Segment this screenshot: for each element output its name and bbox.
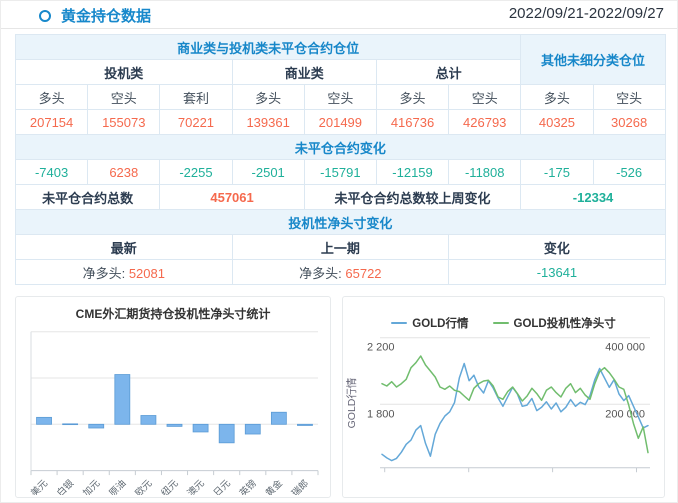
table-cell: 155073 [87, 109, 161, 135]
x-axis-label: 英镑 [237, 477, 259, 495]
table-row: 多头 空头 套利 多头 空头 多头 空头 多头 空头 [14, 84, 666, 110]
table-cell: 空头 [448, 84, 522, 110]
table-row: 207154 155073 70221 139361 201499 416736 42679… [14, 109, 666, 135]
table-row: 未平仓合约总数 457061 未平仓合约总数较上周变化 -12334 [14, 184, 666, 210]
table-cell: 投机类 [15, 59, 233, 85]
table-cell: 40325 [520, 109, 594, 135]
page: 黄金持仓数据 2022/09/21-2022/09/27 商业类与投机类未平仓合… [0, 0, 678, 503]
x-axis-label: 加元 [81, 478, 103, 495]
x-axis-label: 欧元 [133, 477, 155, 495]
table-cell: 多头 [231, 84, 305, 110]
positions-table: 商业类与投机类未平仓合约仓位 其他未细分类仓位 投机类 商业类 总计 多头 空头 套利 多头 空头… [14, 34, 666, 285]
table-cell: -526 [592, 159, 666, 185]
table-cell: 空头 [303, 84, 377, 110]
bar[interactable] [297, 423, 313, 426]
table-cell: 6238 [87, 159, 161, 185]
table-row: 商业类与投机类未平仓合约仓位 其他未细分类仓位 [14, 34, 666, 85]
table-cell: -2255 [159, 159, 233, 185]
x-axis-label: 原油 [107, 477, 129, 495]
table-cell: -11808 [448, 159, 522, 185]
table-cell: 多头 [375, 84, 450, 110]
x-axis-label: 白银 [54, 477, 76, 495]
table-cell: 139361 [231, 109, 305, 135]
cme-net-position-panel: CME外汇期货持仓投机性净头寸统计 美元 白银 加元 原油 欧元 纽元 澳元 日元 英镑 黄金 瑞郎 [15, 296, 331, 498]
table-cell: 上一期 [231, 234, 450, 260]
bar[interactable] [244, 423, 261, 435]
cme-net-position-bar-chart[interactable]: 美元 白银 加元 原油 欧元 纽元 澳元 日元 英镑 黄金 瑞郎 [16, 297, 330, 495]
gold-line-chart-panel: GOLD行情 GOLD投机性净头寸 2 200 1 800 400 000 200 00… [342, 296, 665, 498]
page-title: 黄金持仓数据 [61, 8, 152, 25]
x-axis-label: 澳元 [185, 477, 207, 495]
bar[interactable] [88, 423, 105, 429]
x-axis-label: 纽元 [159, 477, 181, 495]
table-cell: 商业类 [231, 59, 377, 85]
x-axis-label: 日元 [212, 478, 234, 495]
table-row: 净多头: 52081 净多头: 65722 -13641 [15, 259, 666, 285]
table-cell: 空头 [87, 84, 161, 110]
table-header-other-unclassified: 其他未细分类仓位 [520, 34, 666, 85]
x-axis-label: 黄金 [263, 477, 285, 495]
x-axis-label: 瑞郎 [289, 477, 311, 495]
bar[interactable] [140, 415, 157, 425]
table-row: 最新 上一期 变化 [15, 234, 666, 260]
table-cell: 最新 [15, 234, 233, 260]
table-cell: -12159 [375, 159, 450, 185]
bar[interactable] [270, 411, 287, 425]
table-cell: 多头 [520, 84, 594, 110]
left-axis-tick-label: 2 200 [367, 342, 395, 354]
table-row: 未平仓合约变化 [15, 134, 666, 160]
left-axis-tick-label: 1 800 [367, 408, 395, 420]
table-cell: 未平仓合约总数 [14, 184, 161, 210]
latest-net-long-cell: 净多头: 52081 [15, 259, 233, 285]
bar[interactable] [166, 423, 183, 427]
table-cell: 416736 [375, 109, 450, 135]
table-cell: 多头 [14, 84, 89, 110]
gold-line-chart[interactable]: 2 2001 800400 000200 000GOLD行情 [343, 297, 664, 495]
table-cell: 未平仓合约总数较上周变化 [303, 184, 522, 210]
bar[interactable] [192, 423, 209, 433]
x-axis-label: 美元 [28, 477, 50, 495]
date-range: 2022/09/21-2022/09/27 [508, 5, 664, 22]
table-cell: 30268 [592, 109, 666, 135]
table-cell: -175 [520, 159, 594, 185]
table-cell: 207154 [14, 109, 89, 135]
table-row: 投机性净头寸变化 [15, 209, 666, 235]
positions-table-el: 商业类与投机类未平仓合约仓位 其他未细分类仓位 投机类 商业类 总计 多头 空头 套利 多头 空头… [14, 34, 666, 285]
bullet-circle-icon [39, 10, 51, 22]
table-header-open-interest-change: 未平仓合约变化 [15, 134, 666, 160]
net-long-change-cell: -13641 [448, 259, 666, 285]
table-cell: 457061 [159, 184, 305, 210]
table-row: -7403 6238 -2255 -2501 -15791 -12159 -11808 -17… [14, 159, 666, 185]
table-header-commercial-speculative: 商业类与投机类未平仓合约仓位 [14, 34, 522, 60]
table-cell: 套利 [159, 84, 233, 110]
right-axis-tick-label: 400 000 [605, 342, 645, 354]
table-cell: -15791 [303, 159, 377, 185]
table-header-speculative-net-change: 投机性净头寸变化 [15, 209, 666, 235]
table-cell: 201499 [303, 109, 377, 135]
positions-table-wrap: 商业类与投机类未平仓合约仓位 其他未细分类仓位 投机类 商业类 总计 多头 空头 套利 多头 空头… [14, 34, 666, 285]
table-cell: 空头 [592, 84, 666, 110]
bar[interactable] [36, 416, 52, 425]
page-header: 黄金持仓数据 2022/09/21-2022/09/27 [1, 1, 677, 29]
table-cell: -7403 [14, 159, 89, 185]
table-cell: 总计 [375, 59, 522, 85]
y-axis-title: GOLD行情 [345, 377, 358, 428]
bar[interactable] [62, 423, 79, 426]
table-cell: 70221 [159, 109, 233, 135]
table-cell: 变化 [448, 234, 666, 260]
previous-net-long-cell: 净多头: 65722 [231, 259, 450, 285]
bar[interactable] [114, 374, 131, 425]
bar[interactable] [218, 423, 235, 444]
table-cell: 426793 [448, 109, 522, 135]
table-cell: -12334 [520, 184, 666, 210]
table-cell: -2501 [231, 159, 305, 185]
